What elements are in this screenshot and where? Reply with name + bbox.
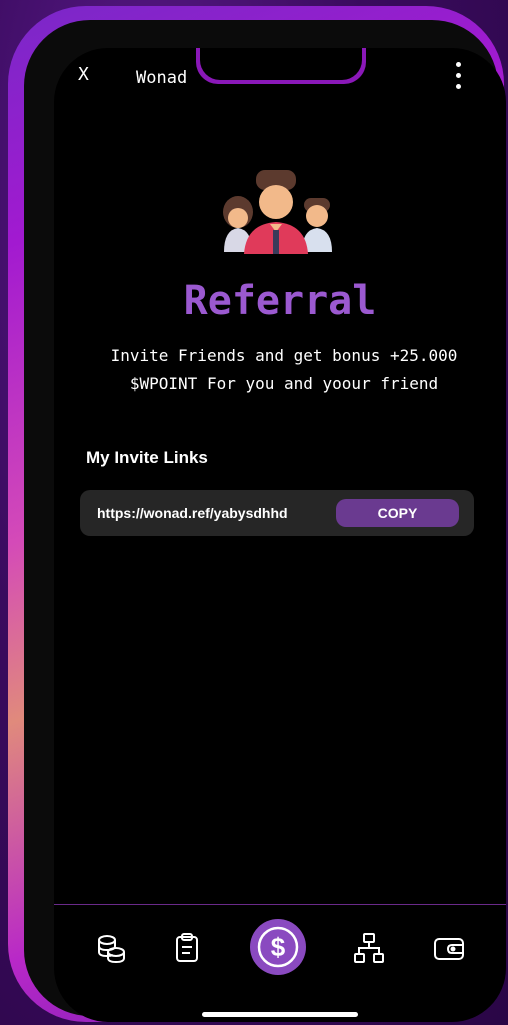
clipboard-icon[interactable] [170,931,204,965]
home-indicator[interactable] [202,1012,358,1017]
phone-bezel: X Wonad Referral Invite Friends and get … [24,20,506,1022]
copy-button[interactable]: COPY [336,499,459,527]
referral-description-line1: Invite Friends and get bonus +25.000 [110,346,458,365]
phone-frame: X Wonad Referral Invite Friends and get … [8,6,506,1022]
bottom-navigation: $ [54,905,506,1022]
invite-link-box: https://wonad.ref/yabysdhhd COPY [80,490,474,536]
page-title: Referral [183,278,377,324]
referral-description-line2: $WPOINT For you and yoour friend [129,374,439,393]
svg-text:$: $ [271,932,286,962]
referral-people-icon [223,170,332,254]
dollar-icon: $ [257,926,299,968]
coins-icon[interactable] [94,931,128,965]
app-screen: X Wonad Referral Invite Friends and get … [54,48,506,1022]
invite-link-text[interactable]: https://wonad.ref/yabysdhhd [97,505,288,521]
wallet-icon[interactable] [432,931,466,965]
invite-links-heading: My Invite Links [86,448,208,467]
more-options-icon[interactable] [452,62,464,96]
network-icon[interactable] [352,931,386,965]
referral-description: Invite Friends and get bonus +25.000 $WP… [84,342,484,398]
app-title: Wonad [136,68,188,88]
close-button[interactable]: X [78,64,89,85]
dollar-button[interactable]: $ [250,919,306,975]
top-bar: X Wonad [54,48,506,112]
